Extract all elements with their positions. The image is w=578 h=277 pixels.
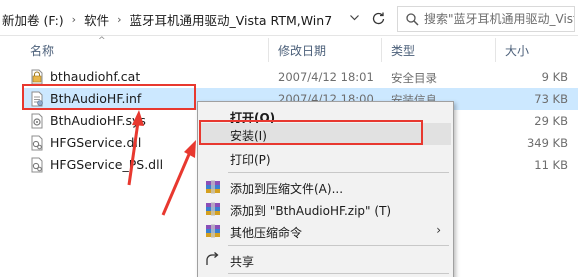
annotation-arrow-diagonal-icon bbox=[161, 140, 196, 216]
annotation-arrows bbox=[127, 110, 196, 216]
annotation-arrow-up-icon bbox=[127, 110, 144, 186]
